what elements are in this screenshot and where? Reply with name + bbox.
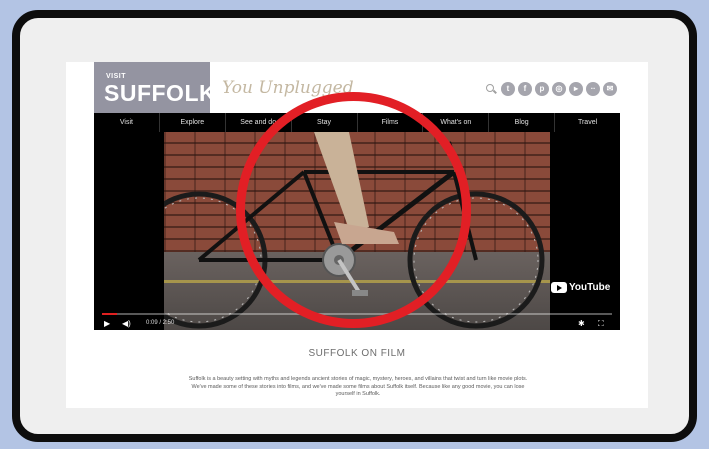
nav-item-blog[interactable]: Blog [489,113,556,132]
video-progress-fill [102,313,118,315]
section-title: SUFFOLK ON FILM [308,348,406,359]
pinterest-icon[interactable]: p [535,82,549,96]
twitter-icon[interactable]: t [501,82,515,96]
logo-visit-text: VISIT [106,73,127,80]
section-body: Suffolk is a beauty setting with myths a… [188,376,528,397]
facebook-icon[interactable]: f [518,82,532,96]
settings-icon[interactable]: ✱ [578,319,585,328]
nav-item-travel[interactable]: Travel [555,113,620,132]
instagram-icon[interactable]: ◎ [552,82,566,96]
youtube-watermark[interactable]: YouTube [551,282,610,293]
video-letterbox-left [94,132,164,330]
youtube-brand-text: YouTube [569,282,611,293]
flickr-icon[interactable]: ∙∙ [586,82,600,96]
search-icon[interactable] [484,82,498,96]
youtube-icon[interactable]: ▸ [569,82,583,96]
social-icons-bar: t f p ◎ ▸ ∙∙ ✉ [484,82,617,96]
play-icon[interactable]: ▶ [104,319,110,328]
red-highlight-circle [236,92,471,328]
volume-icon[interactable]: ◀) [122,319,131,328]
video-letterbox-right [550,132,620,330]
site-logo[interactable]: VISIT SUFFOLK [94,62,216,113]
youtube-play-icon [551,282,567,293]
nav-item-explore[interactable]: Explore [160,113,226,132]
nav-item-visit[interactable]: Visit [94,113,160,132]
fullscreen-icon[interactable]: ⛶ [598,319,604,329]
video-time: 0:09 / 2:50 [146,320,175,326]
email-icon[interactable]: ✉ [603,82,617,96]
logo-suffolk-text: SUFFOLK [104,80,217,106]
